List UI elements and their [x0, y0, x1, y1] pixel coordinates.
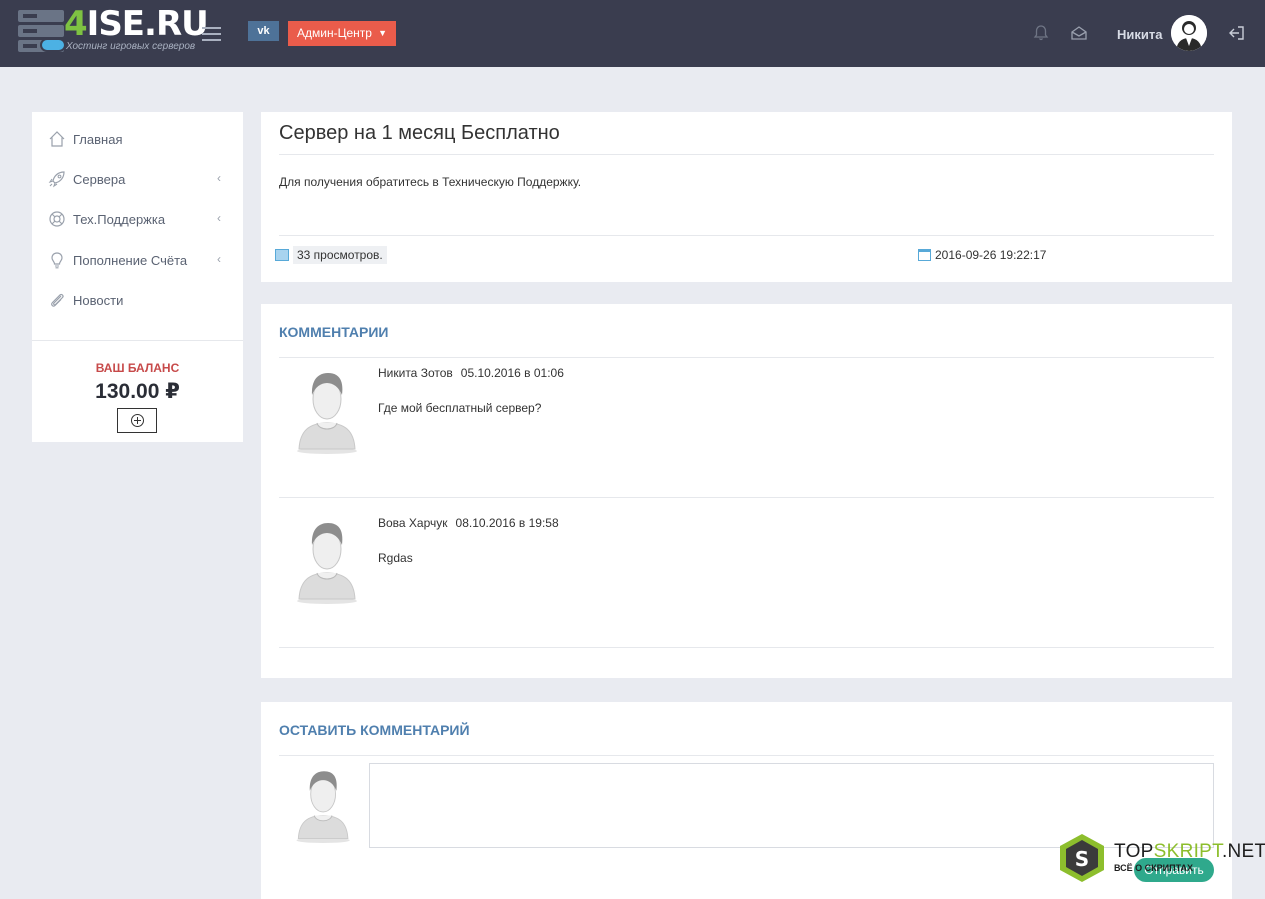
- mail-icon[interactable]: [1070, 24, 1088, 42]
- rocket-icon: [48, 171, 65, 188]
- news-title: Сервер на 1 месяц Бесплатно: [279, 122, 560, 144]
- divider: [279, 647, 1214, 648]
- avatar[interactable]: [1171, 15, 1207, 51]
- chevron-down-icon: ▼: [378, 28, 387, 38]
- divider: [32, 340, 243, 341]
- comment-author[interactable]: Никита Зотов: [378, 366, 453, 380]
- views-text: 33 просмотров.: [293, 246, 387, 264]
- site-logo[interactable]: 4ISE.RU Хостинг игровых серверов: [18, 6, 209, 56]
- logo-title: 4ISE.RU: [64, 4, 209, 44]
- chevron-left-icon: ‹: [217, 211, 221, 225]
- sidebar-item-label: Новости: [73, 293, 124, 308]
- admin-center-button[interactable]: Админ-Центр ▼: [288, 21, 396, 46]
- comments-title: КОММЕНТАРИИ: [279, 324, 389, 340]
- calendar-icon: [918, 249, 931, 261]
- plus-circle-icon: [131, 414, 144, 427]
- lifebuoy-icon: [49, 211, 65, 227]
- divider: [279, 755, 1214, 756]
- default-avatar-icon: [297, 523, 357, 604]
- sidebar-item-news[interactable]: Новости: [32, 286, 243, 316]
- default-avatar-icon: [297, 373, 357, 454]
- watermark-letter: S: [1075, 847, 1089, 871]
- news-panel: Сервер на 1 месяц Бесплатно Для получени…: [261, 112, 1232, 282]
- comment-date: 08.10.2016 в 19:58: [455, 516, 559, 530]
- sidebar-item-label: Тех.Поддержка: [73, 212, 166, 227]
- leave-comment-title: ОСТАВИТЬ КОММЕНТАРИЙ: [279, 722, 470, 738]
- divider: [279, 154, 1214, 155]
- lightbulb-icon: [51, 252, 63, 269]
- sidebar-item-support[interactable]: Тех.Поддержка ‹: [32, 205, 243, 235]
- sidebar-item-home[interactable]: Главная: [32, 125, 243, 155]
- watermark-title: TOPSKRIPT.NET: [1114, 841, 1265, 862]
- add-balance-button[interactable]: [117, 408, 157, 433]
- news-body: Для получения обратитесь в Техническую П…: [279, 175, 582, 189]
- menu-icon[interactable]: [202, 27, 221, 41]
- sidebar: Главная Сервера ‹ Тех.Поддержка ‹ Пополн…: [32, 112, 243, 442]
- comment-text: Rgdas: [378, 551, 413, 565]
- image-icon: [275, 249, 289, 261]
- comment-meta: Вова Харчук 08.10.2016 в 19:58: [378, 516, 559, 530]
- chevron-left-icon: ‹: [217, 252, 221, 266]
- watermark-subtitle: ВСЁ О СКРИПТАХ: [1114, 863, 1194, 873]
- sidebar-item-topup[interactable]: Пополнение Счёта ‹: [32, 246, 243, 276]
- comments-panel: КОММЕНТАРИИ Никита Зотов 05.10.2016 в 01:…: [261, 304, 1232, 678]
- vk-button[interactable]: vk: [248, 21, 279, 41]
- comment-date: 05.10.2016 в 01:06: [460, 366, 564, 380]
- cloud-icon: [40, 38, 66, 52]
- divider: [279, 235, 1214, 236]
- default-avatar-icon: [296, 771, 350, 843]
- admin-center-label: Админ-Центр: [297, 26, 372, 40]
- sidebar-item-label: Сервера: [73, 172, 126, 187]
- comment-author[interactable]: Вова Харчук: [378, 516, 448, 530]
- chevron-left-icon: ‹: [217, 171, 221, 185]
- top-header: 4ISE.RU Хостинг игровых серверов vk Адми…: [0, 0, 1265, 67]
- comment-item: Никита Зотов 05.10.2016 в 01:06 Где мой б…: [279, 357, 1214, 497]
- balance-title: ВАШ БАЛАНС: [95, 361, 180, 375]
- comment-text: Где мой бесплатный сервер?: [378, 401, 542, 415]
- logout-icon[interactable]: [1228, 24, 1246, 42]
- user-name[interactable]: Никита: [1117, 27, 1162, 42]
- home-icon: [49, 131, 65, 147]
- sidebar-item-servers[interactable]: Сервера ‹: [32, 165, 243, 195]
- sidebar-item-label: Главная: [73, 132, 123, 147]
- paperclip-icon: [51, 293, 64, 307]
- watermark-logo-icon: S: [1060, 834, 1104, 882]
- logo-subtitle: Хостинг игровых серверов: [66, 41, 196, 52]
- balance-value: 130.00 ₽: [95, 380, 180, 403]
- divider: [279, 497, 1214, 498]
- news-date-text: 2016-09-26 19:22:17: [935, 248, 1047, 262]
- comment-item: Вова Харчук 08.10.2016 в 19:58 Rgdas: [279, 507, 1214, 647]
- bell-icon[interactable]: [1032, 24, 1050, 42]
- topskript-watermark: S TOPSKRIPT.NET ВСЁ О СКРИПТАХ: [1058, 833, 1265, 885]
- comment-meta: Никита Зотов 05.10.2016 в 01:06: [378, 366, 564, 380]
- sidebar-item-label: Пополнение Счёта: [73, 253, 188, 268]
